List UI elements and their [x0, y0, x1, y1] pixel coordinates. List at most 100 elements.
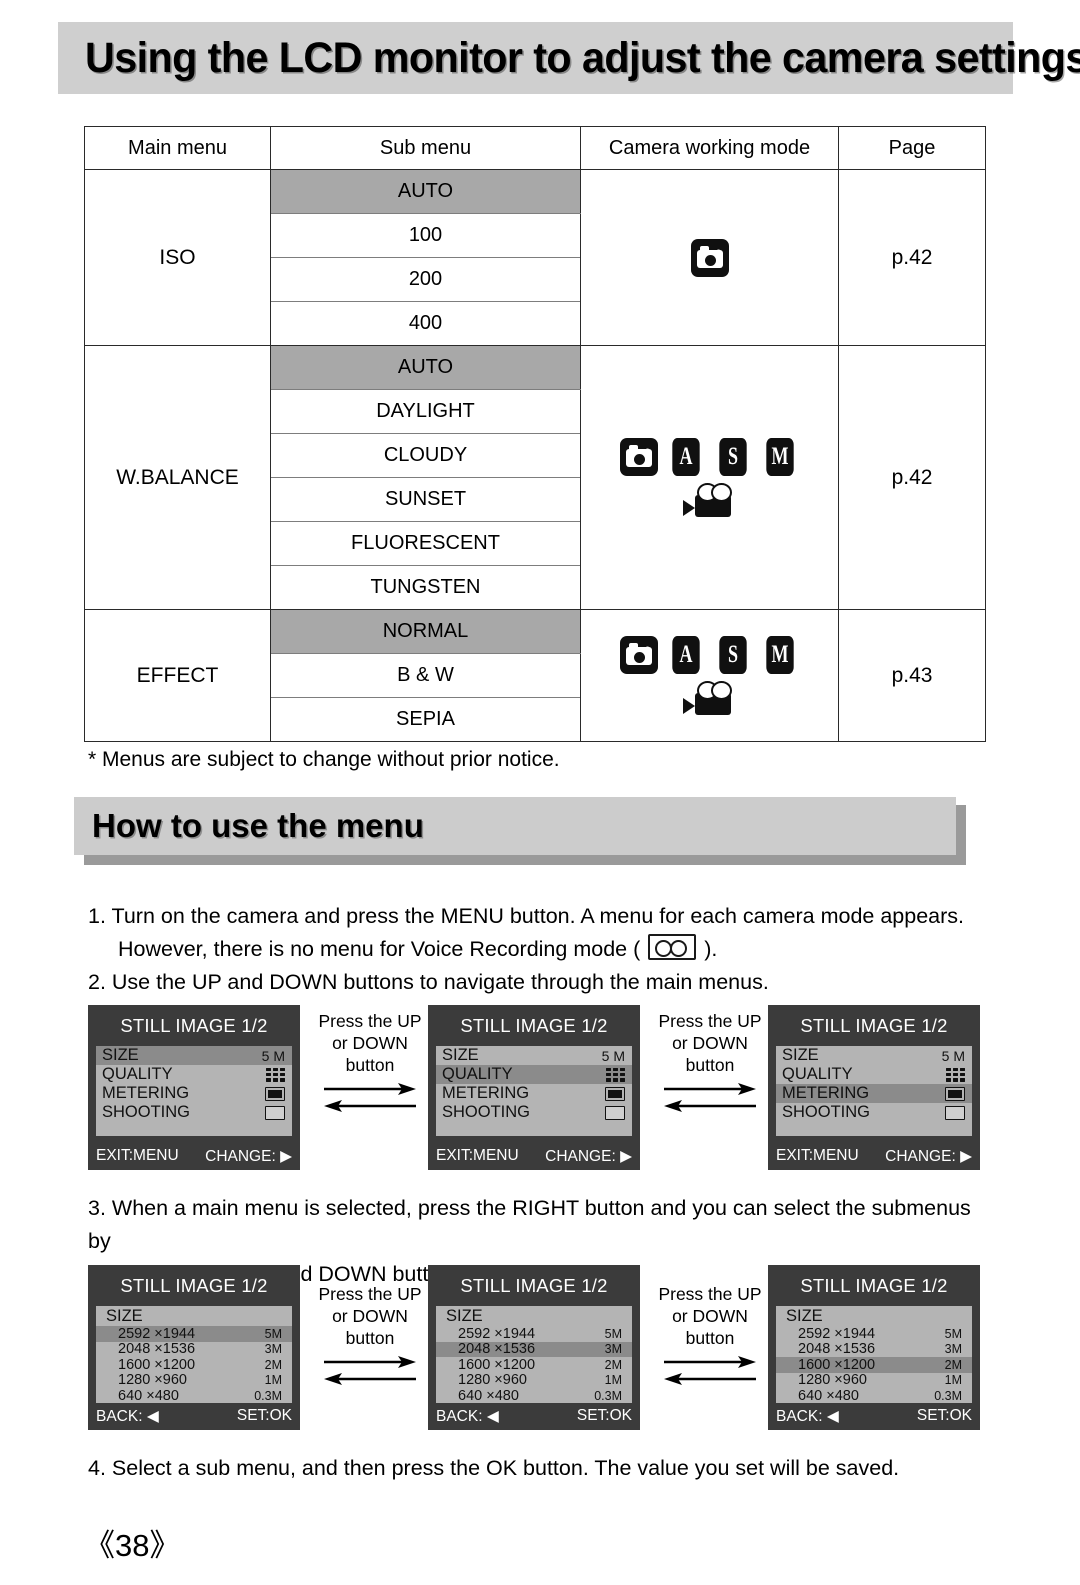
lcd-footer-back: BACK: ◀ [436, 1408, 499, 1425]
arrow-left-icon [306, 1371, 434, 1388]
mode-badge-s-icon: S [719, 636, 747, 674]
lcd-title: STILL IMAGE 1/2 [460, 1275, 608, 1296]
sub-menu-cell: NORMAL [270, 609, 581, 654]
lcd-size-option[interactable]: 2592 ×1944 5M [96, 1326, 292, 1342]
lcd-menu-item-value: 5 M [602, 1048, 625, 1064]
lcd-menu-item-size[interactable]: SIZE 5 M [96, 1046, 292, 1065]
lcd-size-megapixels: 2M [264, 1357, 282, 1372]
lcd-menu-panel: SIZE 5 M QUALITY METERING SHOOTING [96, 1046, 292, 1136]
lcd-footer-back: BACK: ◀ [96, 1408, 159, 1425]
lcd-size-option[interactable]: 2048 ×1536 3M [776, 1341, 972, 1357]
quality-dot [946, 1077, 952, 1082]
lcd-size-option[interactable]: 2592 ×1944 5M [776, 1326, 972, 1342]
lcd-menu-item-label: METERING [102, 1084, 190, 1102]
quality-dot [952, 1067, 959, 1072]
navigation-arrows [646, 1354, 774, 1388]
quality-dot [266, 1067, 272, 1072]
lcd-menu-item-shooting[interactable]: SHOOTING [436, 1103, 632, 1122]
lcd-size-megapixels: 1M [264, 1373, 282, 1388]
lcd-size-megapixels: 2M [944, 1357, 962, 1372]
step-3-line-1: 3. When a main menu is selected, press t… [88, 1196, 971, 1253]
lcd-menu-item-shooting[interactable]: SHOOTING [776, 1103, 972, 1122]
lcd-size-option[interactable]: 1280 ×960 1M [436, 1372, 632, 1388]
lcd-menu-item-quality[interactable]: QUALITY [436, 1065, 632, 1084]
caption-line2: or DOWN [332, 1033, 408, 1053]
quality-dots-icon [606, 1067, 625, 1082]
lcd-size-option[interactable]: 1280 ×960 1M [776, 1372, 972, 1388]
step-1-line-2-text-a: However, there is no menu for Voice Reco… [118, 937, 641, 961]
lcd-menu-item-size[interactable]: SIZE 5 M [776, 1046, 972, 1065]
camera-working-mode-cell [580, 169, 839, 346]
navigation-arrows [306, 1354, 434, 1388]
lcd-menu-item-label: SHOOTING [102, 1103, 191, 1121]
press-up-down-caption: Press the UP or DOWN button [306, 1010, 434, 1115]
voice-recording-icon [648, 934, 697, 960]
quality-dot [612, 1067, 619, 1072]
lcd-size-option[interactable]: 1280 ×960 1M [96, 1372, 292, 1388]
page-title-banner: Using the LCD monitor to adjust the came… [58, 22, 1080, 94]
quality-dots-icon [946, 1067, 965, 1082]
lcd-menu-item-quality[interactable]: QUALITY [776, 1065, 972, 1084]
lcd-title: STILL IMAGE 1/2 [800, 1275, 948, 1296]
metering-icon [605, 1086, 625, 1101]
lcd-size-option[interactable]: 640 ×480 0.3M [436, 1388, 632, 1404]
instruction-step-1-2: 1. Turn on the camera and press the MENU… [88, 900, 988, 999]
quality-dot [959, 1077, 965, 1082]
lcd-size-option[interactable]: 2592 ×1944 5M [436, 1326, 632, 1342]
lcd-size-resolution: 640 ×480 [118, 1387, 179, 1404]
lcd-size-panel-heading: SIZE [446, 1307, 483, 1325]
lcd-menu-item-metering[interactable]: METERING [436, 1084, 632, 1103]
arrow-right-icon [646, 1081, 774, 1098]
camera-icon-viewfinder [629, 643, 638, 649]
quality-dot [952, 1077, 959, 1082]
sub-menu-cell: FLUORESCENT [270, 521, 581, 566]
lcd-menu-item-metering[interactable]: METERING [776, 1084, 972, 1103]
lcd-size-option[interactable]: 640 ×480 0.3M [776, 1388, 972, 1404]
lcd-size-option[interactable]: 1600 ×1200 2M [96, 1357, 292, 1373]
lcd-menu-item-label: SIZE [442, 1046, 479, 1064]
lcd-size-megapixels: 2M [604, 1357, 622, 1372]
lcd-menu-item-label: SIZE [782, 1046, 819, 1064]
quality-dot [606, 1067, 612, 1072]
lcd-menu-item-label: METERING [442, 1084, 530, 1102]
table-body: ISO AUTO p.42 100 200 400 W.BALANCE AUTO A S Mp.42… [84, 169, 986, 742]
camera-icon [620, 438, 658, 476]
sub-menu-cell: AUTO [270, 169, 581, 214]
lcd-size-option[interactable]: 1600 ×1200 2M [776, 1357, 972, 1373]
lcd-menu-item-quality[interactable]: QUALITY [96, 1065, 292, 1084]
lcd-menu-item-value [606, 1067, 625, 1082]
movie-mode-row [682, 681, 737, 715]
quality-dot [952, 1072, 959, 1077]
lcd-menu-item-label: QUALITY [782, 1065, 853, 1083]
lcd-footer-change: CHANGE: ▶ [885, 1148, 972, 1165]
camera-icon-viewfinder [629, 445, 638, 451]
lcd-menu-item-size[interactable]: SIZE 5 M [436, 1046, 632, 1065]
lcd-size-megapixels: 5M [264, 1326, 282, 1341]
lcd-screen-size-submenu: STILL IMAGE 1/2 SIZE 2592 ×1944 5M 2048 ×153… [768, 1265, 980, 1430]
lcd-size-option[interactable]: 640 ×480 0.3M [96, 1388, 292, 1404]
lcd-size-option[interactable]: 1600 ×1200 2M [436, 1357, 632, 1373]
camera-working-mode-cell: ASM [580, 609, 839, 742]
lcd-footer: EXIT:MENU CHANGE: ▶ [768, 1147, 980, 1166]
lcd-screen-main-menu: STILL IMAGE 1/2 SIZE 5 M QUALITY METERING SHO… [88, 1005, 300, 1170]
shooting-icon [945, 1105, 965, 1120]
sub-menu-cell: 200 [270, 257, 581, 302]
metering-icon [265, 1086, 285, 1101]
camera-icon-viewfinder [699, 245, 709, 252]
lcd-menu-item-label: SIZE [102, 1046, 139, 1064]
lcd-size-option[interactable]: 2048 ×1536 3M [96, 1341, 292, 1357]
lcd-value-text: 5 M [941, 1047, 965, 1064]
lcd-size-option[interactable]: 2048 ×1536 3M [436, 1341, 632, 1358]
table-header-row: Main menu Sub menu Camera working mode P… [84, 126, 986, 170]
movie-camera-icon [682, 483, 737, 517]
lcd-menu-item-metering[interactable]: METERING [96, 1084, 292, 1103]
press-up-down-caption: Press the UP or DOWN button [646, 1010, 774, 1115]
lcd-size-resolution: 2048 ×1536 [458, 1341, 536, 1358]
quality-dot [959, 1067, 965, 1072]
lcd-size-megapixels: 3M [944, 1342, 962, 1357]
press-up-down-caption: Press the UP or DOWN button [646, 1283, 774, 1388]
camera-mode-icon-group [581, 233, 838, 283]
lcd-footer-set: SET:OK [916, 1407, 972, 1424]
movie-icon-reel2 [710, 483, 732, 502]
lcd-menu-item-shooting[interactable]: SHOOTING [96, 1103, 292, 1122]
